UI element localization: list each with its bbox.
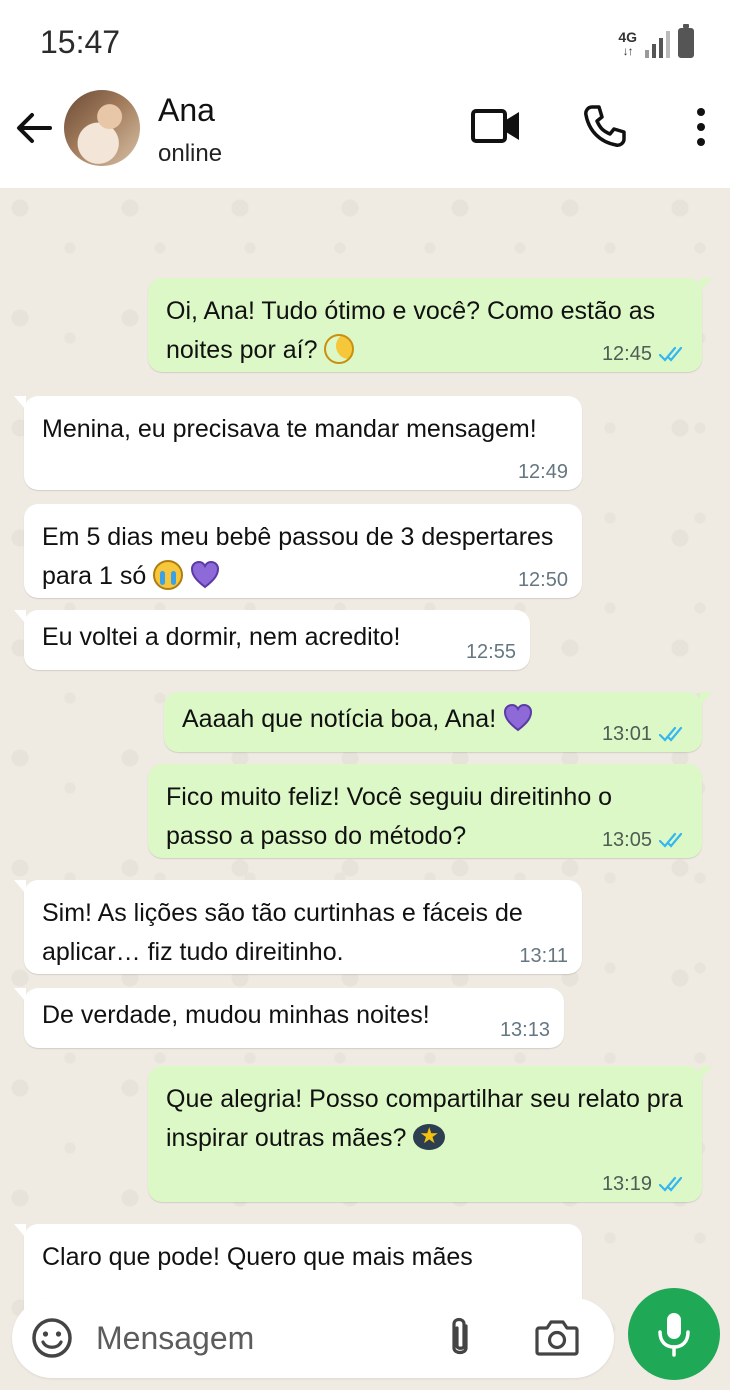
camera-icon[interactable] [534, 1316, 580, 1358]
smiley-icon[interactable] [30, 1316, 74, 1360]
message-time: 13:05 [601, 829, 652, 851]
message-meta: 13:13 [500, 1020, 550, 1040]
message-text: Oi, Ana! Tudo ótimo e você? Como estão a… [166, 297, 656, 364]
chat-header: Ana online [0, 84, 730, 188]
message-meta: 13:01 [602, 724, 688, 744]
status-time: 15:47 [40, 24, 121, 60]
network-indicator: 4G ↓↑ [618, 30, 637, 58]
contact-status: online [158, 140, 223, 167]
message-outgoing[interactable]: Que alegria! Posso compartilhar seu rela… [148, 1066, 712, 1202]
star-struck-icon [413, 1121, 446, 1151]
message-incoming[interactable]: Menina, eu precisava te mandar mensagem!… [14, 396, 582, 490]
status-icons: 4G ↓↑ [618, 24, 694, 58]
message-time: 13:13 [499, 1019, 550, 1041]
network-arrows-icon: ↓↑ [622, 44, 634, 58]
message-meta: 13:19 [602, 1174, 688, 1194]
battery-icon [678, 24, 694, 58]
message-meta: 12:50 [518, 570, 568, 590]
message-text: Aaaah que notícia boa, Ana! [182, 705, 497, 733]
message-meta: 12:55 [466, 642, 516, 662]
message-input[interactable] [96, 1298, 416, 1378]
message-meta: 13:05 [602, 830, 688, 850]
arrow-back-icon[interactable] [12, 106, 56, 150]
message-text: Fico muito feliz! Você seguiu direitinho… [166, 783, 613, 850]
signal-icon [645, 30, 670, 58]
contact-name[interactable]: Ana [158, 92, 215, 129]
message-text: Menina, eu precisava te mandar mensagem! [42, 415, 537, 443]
message-time: 12:50 [517, 569, 568, 591]
video-call-icon[interactable] [470, 106, 522, 146]
message-time: 13:01 [601, 723, 652, 745]
avatar[interactable] [64, 90, 140, 166]
message-incoming[interactable]: Em 5 dias meu bebê passou de 3 despertar… [24, 504, 582, 598]
message-text: Claro que pode! Quero que mais mães [42, 1243, 473, 1271]
purple-heart-icon [504, 703, 533, 732]
message-outgoing[interactable]: Fico muito feliz! Você seguiu direitinho… [148, 764, 702, 858]
message-meta: 12:49 [518, 462, 568, 482]
message-time: 13:11 [519, 945, 568, 967]
double-check-icon [658, 1176, 683, 1192]
message-time: 12:45 [601, 343, 652, 365]
message-incoming[interactable]: Eu voltei a dormir, nem acredito! 12:55 [14, 610, 530, 670]
message-time: 12:55 [465, 641, 516, 663]
message-outgoing[interactable]: Aaaah que notícia boa, Ana! 13:01 [164, 692, 712, 752]
network-label: 4G [618, 29, 637, 45]
double-check-icon [658, 832, 683, 848]
crescent-moon-icon [324, 334, 355, 364]
more-vertical-icon[interactable] [686, 106, 716, 148]
purple-heart-icon [191, 560, 220, 589]
status-bar: 15:47 4G ↓↑ [0, 0, 730, 84]
message-text: De verdade, mudou minhas noites! [42, 1001, 430, 1029]
double-check-icon [658, 346, 683, 362]
message-text: Eu voltei a dormir, nem acredito! [42, 623, 401, 651]
message-outgoing[interactable]: Oi, Ana! Tudo ótimo e você? Como estão a… [148, 278, 712, 372]
message-meta: 12:45 [602, 344, 688, 364]
message-text: Sim! As lições são tão curtinhas e fácei… [42, 899, 523, 966]
double-check-icon [658, 726, 683, 742]
message-incoming[interactable]: Sim! As lições são tão curtinhas e fácei… [14, 880, 582, 974]
mic-button[interactable] [628, 1288, 720, 1380]
crying-face-icon [153, 560, 184, 590]
microphone-icon [658, 1313, 690, 1357]
message-incoming[interactable]: De verdade, mudou minhas noites! 13:13 [14, 988, 564, 1048]
paperclip-icon[interactable] [440, 1314, 480, 1362]
message-composer [12, 1298, 614, 1378]
message-time: 12:49 [517, 461, 568, 483]
voice-call-icon[interactable] [580, 102, 628, 150]
message-text: Em 5 dias meu bebê passou de 3 despertar… [42, 523, 554, 590]
chat-area[interactable]: Oi, Ana! Tudo ótimo e você? Como estão a… [0, 188, 730, 1390]
message-time: 13:19 [601, 1173, 652, 1195]
message-meta: 13:11 [519, 946, 568, 966]
